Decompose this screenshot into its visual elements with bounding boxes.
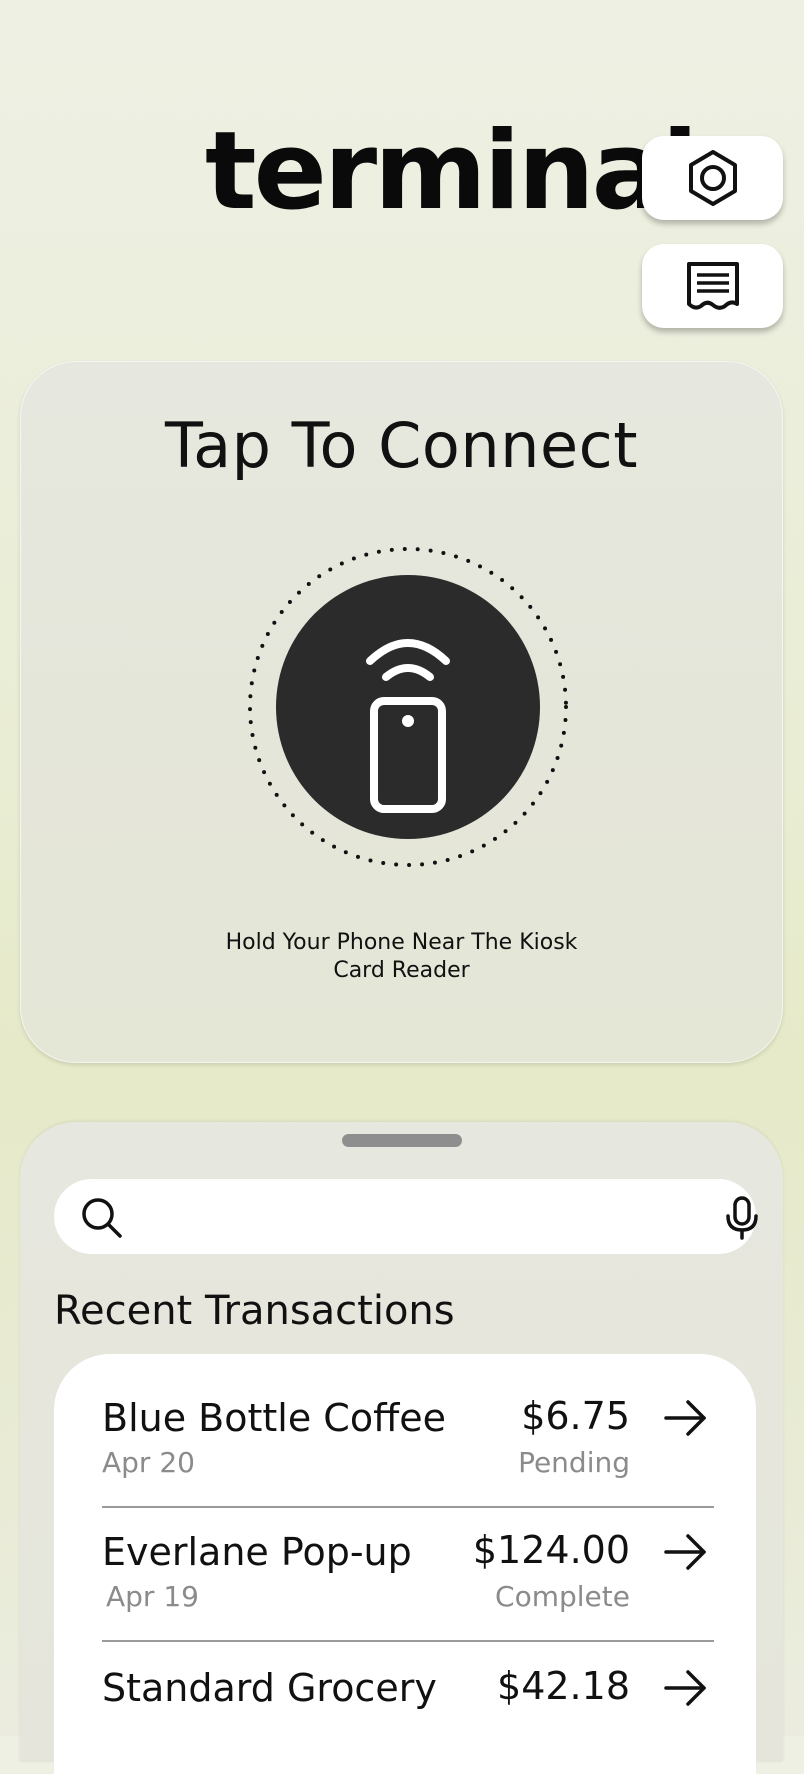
tap-to-connect-card[interactable]: Tap To Connect Hold Your Phone Near The … — [20, 361, 783, 1063]
app-logo: terminal — [205, 109, 698, 234]
transactions-rows: Blue Bottle Coffee Apr 20 $6.75 Pending … — [54, 1354, 756, 1754]
recent-transactions-title: Recent Transactions — [54, 1288, 455, 1334]
transaction-row[interactable]: Everlane Pop-up Apr 19 $124.00 Complete — [102, 1488, 714, 1622]
connect-hint-line1: Hold Your Phone Near The Kiosk — [225, 930, 578, 955]
transaction-date: Apr 20 — [102, 1446, 195, 1479]
connect-hint-line2: Card Reader — [333, 958, 470, 983]
transaction-amount: $42.18 — [497, 1664, 630, 1708]
search-icon[interactable] — [80, 1196, 124, 1240]
settings-button[interactable] — [642, 136, 783, 220]
transaction-name: Everlane Pop-up — [102, 1530, 412, 1574]
transaction-row[interactable]: Blue Bottle Coffee Apr 20 $6.75 Pending — [102, 1354, 714, 1488]
transaction-date: Apr 19 — [106, 1580, 199, 1613]
transaction-name: Standard Grocery — [102, 1666, 437, 1710]
mic-icon[interactable] — [724, 1196, 760, 1240]
arrow-right-icon[interactable] — [662, 1532, 710, 1572]
receipt-icon — [686, 262, 739, 310]
receipts-button[interactable] — [642, 244, 783, 328]
connect-title: Tap To Connect — [165, 409, 638, 482]
transaction-name: Blue Bottle Coffee — [102, 1396, 447, 1440]
search-input[interactable] — [134, 1193, 678, 1241]
connect-hint: Hold Your Phone Near The Kiosk Card Read… — [20, 929, 783, 985]
hexagon-settings-icon — [688, 150, 737, 206]
search-bar[interactable] — [54, 1179, 758, 1254]
transaction-amount: $6.75 — [521, 1394, 630, 1438]
arrow-right-icon[interactable] — [662, 1668, 710, 1708]
nfc-phone-icon — [248, 547, 568, 867]
transaction-amount: $124.00 — [472, 1528, 630, 1572]
transaction-row[interactable]: Standard Grocery $42.18 — [102, 1624, 714, 1758]
arrow-right-icon[interactable] — [662, 1398, 710, 1438]
transaction-status: Pending — [518, 1446, 630, 1479]
transaction-status: Complete — [495, 1580, 630, 1613]
sheet-drag-handle[interactable] — [342, 1134, 462, 1147]
